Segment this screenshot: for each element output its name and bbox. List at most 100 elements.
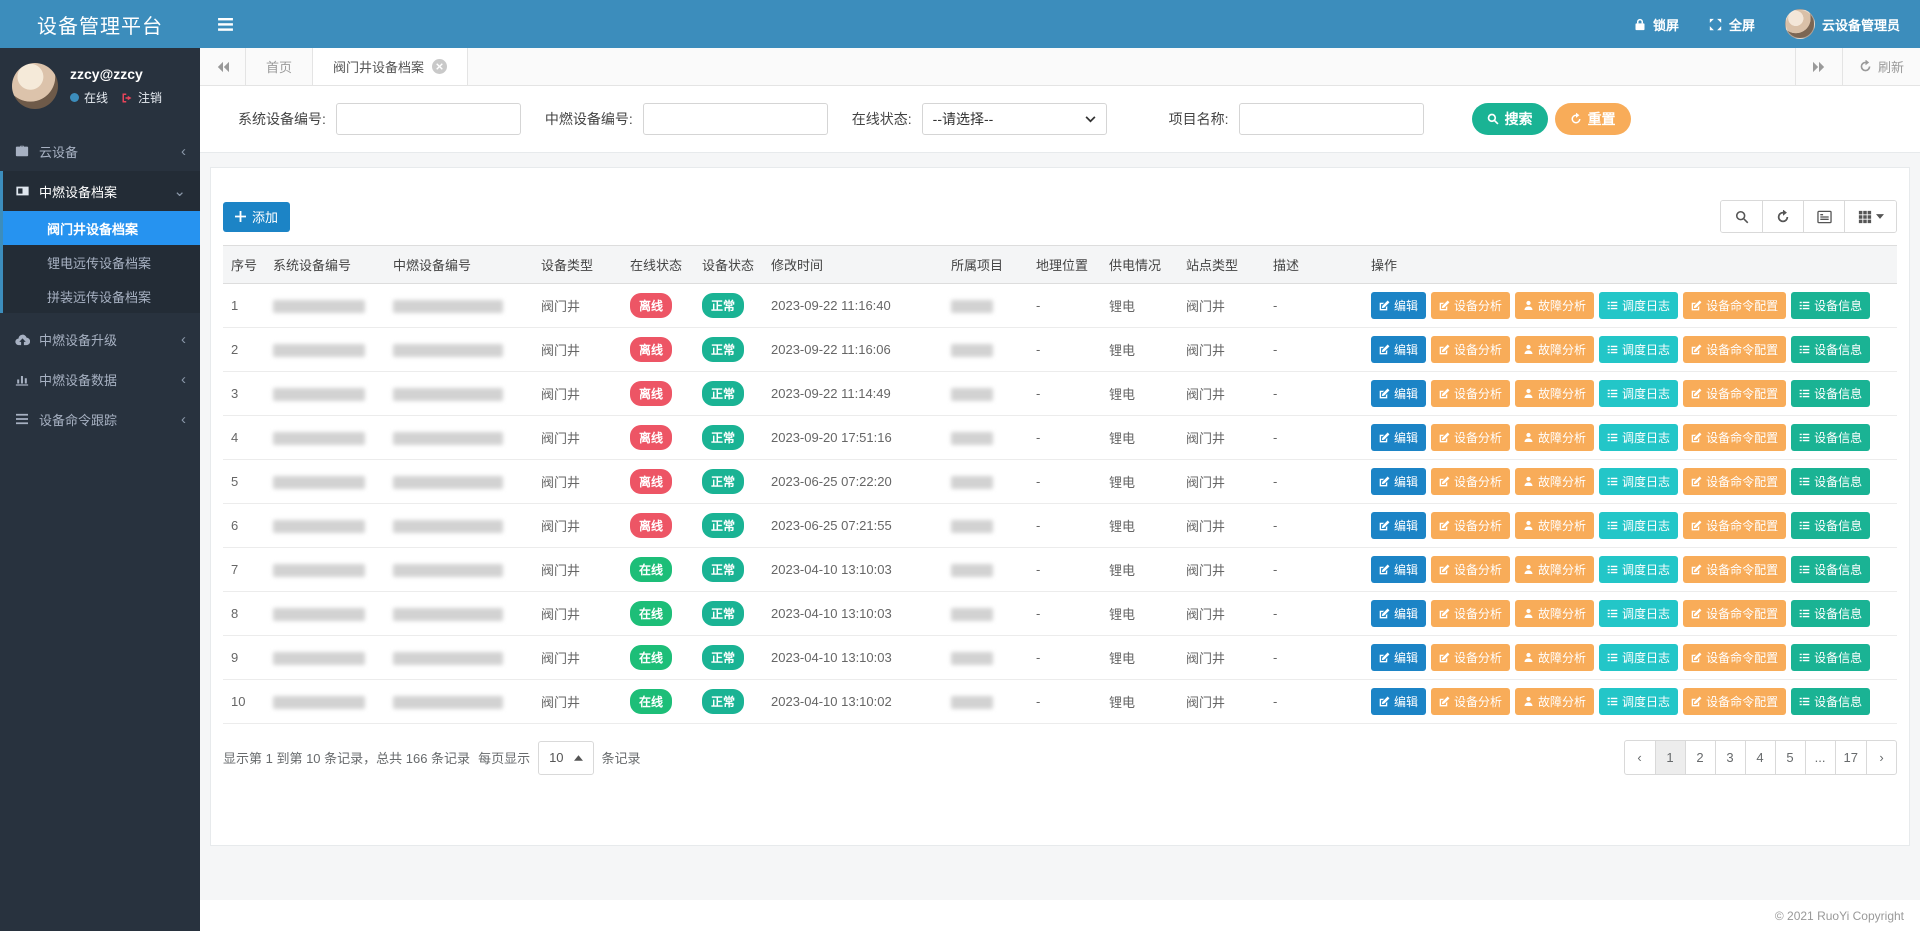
action-edit-button[interactable]: 编辑	[1371, 424, 1426, 451]
action-device-info-button[interactable]: 设备信息	[1791, 512, 1870, 539]
tab-valve-well-archive[interactable]: 阀门井设备档案	[313, 48, 468, 85]
action-dispatch-log-button[interactable]: 调度日志	[1599, 512, 1678, 539]
action-fault-analysis-button[interactable]: 故障分析	[1515, 688, 1594, 715]
sidebar-item-lithium-remote-archive[interactable]: 锂电远传设备档案	[3, 245, 200, 279]
action-dispatch-log-button[interactable]: 调度日志	[1599, 600, 1678, 627]
project-name-input[interactable]	[1239, 103, 1424, 135]
online-status-select[interactable]: --请选择--	[922, 103, 1107, 135]
action-device-analysis-button[interactable]: 设备分析	[1431, 380, 1510, 407]
tabs-scroll-right-button[interactable]	[1795, 48, 1842, 85]
action-fault-analysis-button[interactable]: 故障分析	[1515, 556, 1594, 583]
action-device-info-button[interactable]: 设备信息	[1791, 556, 1870, 583]
action-device-info-button[interactable]: 设备信息	[1791, 600, 1870, 627]
tab-home[interactable]: 首页	[246, 48, 313, 85]
system-device-no-input[interactable]	[336, 103, 521, 135]
action-fault-analysis-button[interactable]: 故障分析	[1515, 292, 1594, 319]
tab-close-icon[interactable]	[432, 59, 447, 74]
sidebar-item-command-tracking[interactable]: 设备命令跟踪 ‹	[0, 399, 200, 439]
action-dispatch-log-button[interactable]: 调度日志	[1599, 424, 1678, 451]
action-device-analysis-button[interactable]: 设备分析	[1431, 600, 1510, 627]
action-device-command-config-button[interactable]: 设备命令配置	[1683, 556, 1786, 583]
action-device-analysis-button[interactable]: 设备分析	[1431, 644, 1510, 671]
action-fault-analysis-button[interactable]: 故障分析	[1515, 380, 1594, 407]
action-dispatch-log-button[interactable]: 调度日志	[1599, 556, 1678, 583]
action-fault-analysis-button[interactable]: 故障分析	[1515, 600, 1594, 627]
action-dispatch-log-button[interactable]: 调度日志	[1599, 380, 1678, 407]
action-edit-button[interactable]: 编辑	[1371, 512, 1426, 539]
action-dispatch-log-button[interactable]: 调度日志	[1599, 336, 1678, 363]
action-device-analysis-button[interactable]: 设备分析	[1431, 512, 1510, 539]
action-device-analysis-button[interactable]: 设备分析	[1431, 468, 1510, 495]
logout-link[interactable]: 注销	[138, 89, 162, 106]
action-fault-analysis-button[interactable]: 故障分析	[1515, 644, 1594, 671]
action-device-analysis-button[interactable]: 设备分析	[1431, 424, 1510, 451]
cell-gas-device-no	[385, 460, 533, 504]
lock-screen-button[interactable]: 锁屏	[1634, 15, 1679, 34]
action-device-command-config-button[interactable]: 设备命令配置	[1683, 644, 1786, 671]
action-device-command-config-button[interactable]: 设备命令配置	[1683, 424, 1786, 451]
action-device-info-button[interactable]: 设备信息	[1791, 688, 1870, 715]
action-device-info-button[interactable]: 设备信息	[1791, 424, 1870, 451]
action-fault-analysis-button[interactable]: 故障分析	[1515, 468, 1594, 495]
action-fault-analysis-button[interactable]: 故障分析	[1515, 336, 1594, 363]
action-device-analysis-button[interactable]: 设备分析	[1431, 556, 1510, 583]
action-device-command-config-button[interactable]: 设备命令配置	[1683, 380, 1786, 407]
action-fault-analysis-button[interactable]: 故障分析	[1515, 512, 1594, 539]
action-edit-button[interactable]: 编辑	[1371, 556, 1426, 583]
page-3-button[interactable]: 3	[1715, 741, 1745, 774]
reset-button[interactable]: 重置	[1555, 103, 1631, 135]
action-device-analysis-button[interactable]: 设备分析	[1431, 688, 1510, 715]
tab-refresh-button[interactable]: 刷新	[1842, 48, 1920, 85]
table-search-button[interactable]	[1721, 201, 1762, 232]
action-device-info-button[interactable]: 设备信息	[1791, 336, 1870, 363]
sidebar-item-device-data[interactable]: 中燃设备数据 ‹	[0, 359, 200, 399]
action-device-command-config-button[interactable]: 设备命令配置	[1683, 468, 1786, 495]
action-device-command-config-button[interactable]: 设备命令配置	[1683, 688, 1786, 715]
action-device-info-button[interactable]: 设备信息	[1791, 644, 1870, 671]
page-2-button[interactable]: 2	[1685, 741, 1715, 774]
page-1-button[interactable]: 1	[1655, 741, 1685, 774]
user-profile-button[interactable]: 云设备管理员	[1785, 9, 1900, 39]
page-4-button[interactable]: 4	[1745, 741, 1775, 774]
page-size-select[interactable]: 10	[538, 741, 593, 775]
action-edit-button[interactable]: 编辑	[1371, 336, 1426, 363]
action-device-analysis-button[interactable]: 设备分析	[1431, 336, 1510, 363]
action-device-command-config-button[interactable]: 设备命令配置	[1683, 600, 1786, 627]
table-refresh-button[interactable]	[1762, 201, 1803, 232]
columns-button[interactable]	[1844, 201, 1896, 232]
action-device-analysis-button[interactable]: 设备分析	[1431, 292, 1510, 319]
action-edit-button[interactable]: 编辑	[1371, 292, 1426, 319]
tabs-scroll-left-button[interactable]	[200, 48, 246, 85]
action-edit-button[interactable]: 编辑	[1371, 600, 1426, 627]
search-button[interactable]: 搜索	[1472, 103, 1548, 135]
action-dispatch-log-button[interactable]: 调度日志	[1599, 688, 1678, 715]
action-fault-analysis-button[interactable]: 故障分析	[1515, 424, 1594, 451]
sidebar-item-device-upgrade[interactable]: 中燃设备升级 ‹	[0, 319, 200, 359]
sidebar-item-cloud-device[interactable]: 云设备 ‹	[0, 131, 200, 171]
action-dispatch-log-button[interactable]: 调度日志	[1599, 292, 1678, 319]
action-device-info-button[interactable]: 设备信息	[1791, 380, 1870, 407]
sidebar-toggle-button[interactable]	[200, 0, 251, 48]
page-prev-button[interactable]: ‹	[1625, 741, 1655, 774]
sidebar-item-assembled-remote-archive[interactable]: 拼装远传设备档案	[3, 279, 200, 313]
sidebar-item-gas-archives[interactable]: 中燃设备档案 ⌄	[3, 171, 200, 211]
action-device-info-button[interactable]: 设备信息	[1791, 468, 1870, 495]
action-edit-button[interactable]: 编辑	[1371, 380, 1426, 407]
action-edit-button[interactable]: 编辑	[1371, 468, 1426, 495]
action-device-info-button[interactable]: 设备信息	[1791, 292, 1870, 319]
page-next-button[interactable]: ›	[1866, 741, 1896, 774]
detail-view-button[interactable]	[1803, 201, 1844, 232]
add-button[interactable]: 添加	[223, 202, 290, 232]
sidebar-item-valve-well-archive[interactable]: 阀门井设备档案	[3, 211, 200, 245]
action-device-command-config-button[interactable]: 设备命令配置	[1683, 512, 1786, 539]
gas-device-no-input[interactable]	[643, 103, 828, 135]
fullscreen-button[interactable]: 全屏	[1709, 15, 1755, 34]
action-device-command-config-button[interactable]: 设备命令配置	[1683, 336, 1786, 363]
action-dispatch-log-button[interactable]: 调度日志	[1599, 468, 1678, 495]
page-17-button[interactable]: 17	[1835, 741, 1866, 774]
action-edit-button[interactable]: 编辑	[1371, 644, 1426, 671]
action-device-command-config-button[interactable]: 设备命令配置	[1683, 292, 1786, 319]
action-dispatch-log-button[interactable]: 调度日志	[1599, 644, 1678, 671]
page-5-button[interactable]: 5	[1775, 741, 1805, 774]
action-edit-button[interactable]: 编辑	[1371, 688, 1426, 715]
